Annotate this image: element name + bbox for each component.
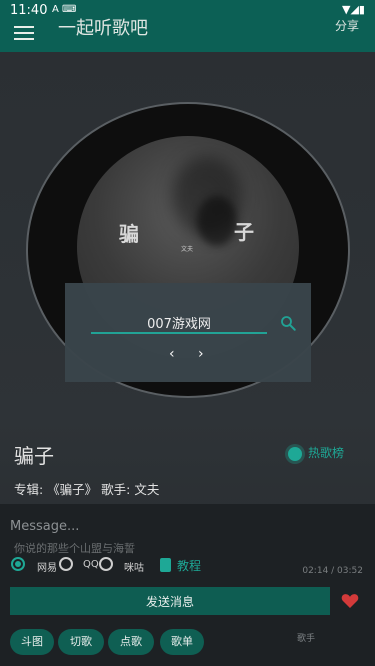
status-bar: 11:40 A ⌨ ▼◢▮ (0, 0, 375, 22)
menu-icon[interactable] (14, 22, 34, 40)
cover-art-shape (197, 196, 237, 246)
cover-artist-text: 文夫 (181, 246, 194, 253)
sun-icon (288, 446, 302, 461)
status-time: 11:40 (10, 3, 48, 18)
next-page-button[interactable]: › (198, 346, 204, 362)
search-dialog: ‹ › (65, 283, 311, 382)
search-input[interactable] (91, 312, 267, 334)
tutorial-link[interactable]: 教程 (160, 557, 201, 574)
skip-song-button[interactable]: 切歌 (58, 629, 104, 655)
hot-songs-button[interactable]: 热歌榜 (288, 444, 344, 461)
album-info: 专辑: 《骗子》 歌手: 文夫 (14, 482, 160, 497)
tutorial-label: 教程 (177, 559, 202, 573)
message-input[interactable] (10, 516, 220, 536)
source-radio-netease[interactable] (11, 557, 25, 571)
meme-button[interactable]: 斗图 (10, 629, 54, 655)
share-button[interactable]: 分享 (335, 17, 359, 34)
singer-label: 歌手 (297, 634, 316, 644)
app-bar: 一起听歌吧 分享 (0, 18, 375, 52)
heart-icon[interactable] (341, 592, 359, 609)
source-label: 咪咕 (124, 563, 144, 574)
prev-page-button[interactable]: ‹ (169, 346, 175, 362)
source-radio-migu[interactable] (99, 557, 113, 571)
clipboard-icon (160, 558, 171, 572)
send-message-button[interactable]: 发送消息 (10, 587, 330, 615)
hot-songs-label: 热歌榜 (308, 446, 345, 460)
cover-title-char: 骗 (119, 222, 139, 246)
song-title: 骗子 (14, 444, 54, 468)
cover-title-char: 子 (234, 220, 254, 244)
source-label: 网易 (37, 563, 57, 574)
source-radio-qq[interactable] (59, 557, 73, 571)
app-title: 一起听歌吧 (58, 18, 148, 39)
chat-panel: 你说的那些个山盟与海誓 02:14 / 03:52 网易 QQ 咪咕 教程 发送… (0, 504, 375, 666)
request-song-button[interactable]: 点歌 (108, 629, 154, 655)
playback-time: 02:14 / 03:52 (302, 566, 363, 576)
system-icons: ▼◢▮ (342, 3, 365, 16)
playlist-button[interactable]: 歌单 (160, 629, 204, 655)
lyric-line: 你说的那些个山盟与海誓 (14, 542, 135, 555)
source-label: QQ (83, 559, 99, 570)
search-icon[interactable] (279, 314, 297, 332)
